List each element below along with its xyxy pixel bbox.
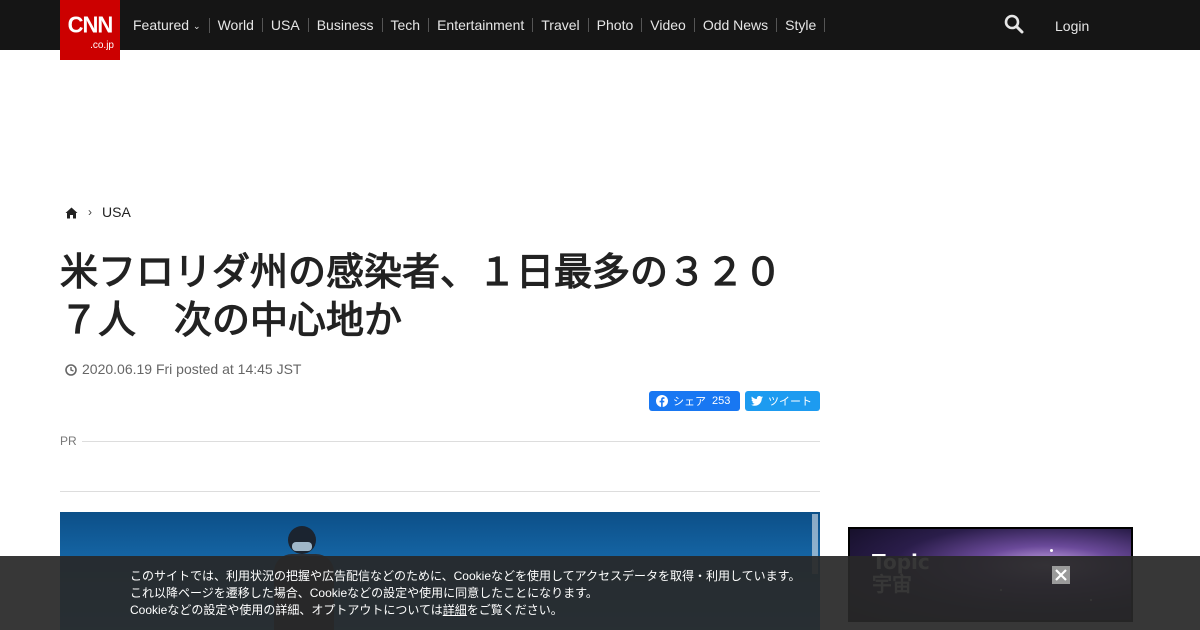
facebook-share-count: 253 — [712, 395, 731, 407]
facebook-share-button[interactable]: シェア 253 — [649, 391, 740, 411]
nav-item-video[interactable]: Video — [642, 18, 695, 32]
nav-item-business[interactable]: Business — [309, 18, 383, 32]
nav-item-label: Featured — [133, 16, 190, 33]
cookie-line-1: このサイトでは、利用状況の把握や広告配信などのために、Cookieなどを使用して… — [130, 569, 801, 583]
pr-section: PR — [60, 434, 820, 450]
dateline-text: 2020.06.19 Fri posted at 14:45 JST — [82, 361, 302, 377]
facebook-icon — [656, 395, 668, 407]
nav-item-world[interactable]: World — [210, 18, 263, 32]
article-title: 米フロリダ州の感染者、１日最多の３２０７人 次の中心地か — [60, 250, 783, 342]
cookie-line-2: これ以降ページを遷移した場合、Cookieなどの設定や使用に同意したことになりま… — [130, 586, 598, 600]
content-divider — [60, 491, 820, 492]
cookie-message: このサイトでは、利用状況の把握や広告配信などのために、Cookieなどを使用して… — [130, 568, 800, 619]
clock-icon — [65, 363, 77, 376]
home-icon[interactable] — [65, 206, 78, 219]
chevron-down-icon: ⌄ — [193, 20, 201, 31]
top-navigation-bar: Featured ⌄ World USA Business Tech Entert… — [0, 0, 1200, 50]
nav-item-entertainment[interactable]: Entertainment — [429, 18, 534, 32]
nav-item-photo[interactable]: Photo — [589, 18, 643, 32]
breadcrumb: › USA — [65, 204, 131, 220]
twitter-share-label: ツイート — [768, 396, 812, 408]
nav-item-tech[interactable]: Tech — [383, 18, 430, 32]
logo-text: CNN — [67, 11, 114, 38]
facebook-share-label: シェア — [673, 396, 706, 408]
nav-item-style[interactable]: Style — [777, 18, 826, 32]
cookie-details-link[interactable]: 詳細 — [443, 603, 467, 617]
twitter-bird-icon — [751, 396, 763, 406]
nav-item-usa[interactable]: USA — [263, 18, 309, 32]
cookie-line-3-before: Cookieなどの設定や使用の詳細、オプトアウトについては — [130, 603, 443, 617]
article-dateline: 2020.06.19 Fri posted at 14:45 JST — [65, 361, 301, 377]
chevron-right-icon: › — [88, 205, 92, 219]
cookie-line-3: Cookieなどの設定や使用の詳細、オプトアウトについては詳細をご覧ください。 — [130, 602, 800, 619]
nav-item-travel[interactable]: Travel — [533, 18, 589, 32]
cookie-consent-banner: このサイトでは、利用状況の把握や広告配信などのために、Cookieなどを使用して… — [0, 556, 1200, 630]
pr-divider — [82, 441, 820, 442]
breadcrumb-section[interactable]: USA — [102, 204, 131, 220]
login-link[interactable]: Login — [1055, 18, 1089, 34]
nav-item-odd-news[interactable]: Odd News — [695, 18, 778, 32]
pr-label: PR — [60, 434, 77, 448]
cookie-line-3-after: をご覧ください。 — [466, 603, 563, 617]
search-icon[interactable] — [1004, 14, 1026, 36]
twitter-share-button[interactable]: ツイート — [745, 391, 820, 411]
logo-domain: .co.jp — [90, 40, 114, 51]
main-nav: Featured ⌄ World USA Business Tech Entert… — [125, 0, 826, 50]
photo-face-mask — [292, 542, 312, 551]
close-icon[interactable] — [1052, 566, 1070, 584]
cnn-logo[interactable]: CNN .co.jp — [60, 0, 120, 60]
nav-item-featured[interactable]: Featured ⌄ — [125, 16, 210, 33]
star-decoration — [1050, 549, 1053, 552]
